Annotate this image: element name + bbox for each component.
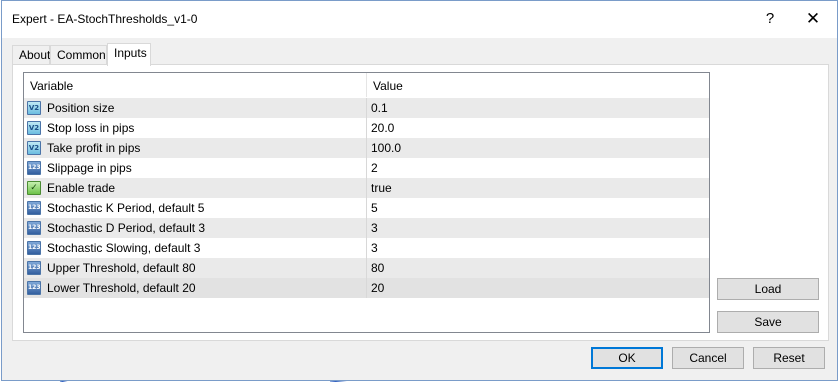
variable-name: Slippage in pips: [47, 161, 132, 175]
variable-name: Upper Threshold, default 80: [47, 261, 196, 275]
inputs-panel: Variable Value V2 Position size 0.1 V2 S…: [12, 64, 829, 341]
tab-about[interactable]: About: [12, 45, 50, 65]
integer-type-icon: 123: [27, 261, 41, 275]
help-button[interactable]: ?: [759, 9, 781, 29]
tab-common[interactable]: Common: [50, 45, 107, 65]
variable-cell: 123 Stochastic D Period, default 3: [24, 218, 367, 238]
ok-button[interactable]: OK: [591, 347, 663, 369]
table-row[interactable]: 123 Stochastic K Period, default 5 5: [24, 198, 709, 218]
close-button[interactable]: ✕: [802, 9, 824, 29]
variable-name: Stochastic K Period, default 5: [47, 201, 205, 215]
double-type-icon: V2: [27, 141, 41, 155]
value-cell[interactable]: 0.1: [367, 98, 709, 118]
variable-cell: V2 Take profit in pips: [24, 138, 367, 158]
table-row[interactable]: ✓ Enable trade true: [24, 178, 709, 198]
table-row[interactable]: 123 Stochastic Slowing, default 3 3: [24, 238, 709, 258]
column-header-variable[interactable]: Variable: [24, 73, 367, 97]
integer-type-icon: 123: [27, 161, 41, 175]
variable-cell: 123 Stochastic Slowing, default 3: [24, 238, 367, 258]
cancel-button[interactable]: Cancel: [672, 347, 744, 369]
reset-button[interactable]: Reset: [753, 347, 825, 369]
variable-name: Lower Threshold, default 20: [47, 281, 196, 295]
grid-header: Variable Value: [24, 73, 709, 97]
table-row[interactable]: 123 Lower Threshold, default 20 20: [24, 278, 709, 298]
variable-name: Stochastic D Period, default 3: [47, 221, 206, 235]
variable-name: Enable trade: [47, 181, 116, 195]
bool-type-icon: ✓: [27, 181, 41, 195]
value-cell[interactable]: 3: [367, 218, 709, 238]
value-cell[interactable]: 5: [367, 198, 709, 218]
variable-name: Position size: [47, 101, 115, 115]
title-bar[interactable]: Expert - EA-StochThresholds_v1-0 ? ✕: [2, 1, 837, 38]
inputs-grid: Variable Value V2 Position size 0.1 V2 S…: [23, 72, 710, 333]
integer-type-icon: 123: [27, 241, 41, 255]
window-title: Expert - EA-StochThresholds_v1-0: [12, 12, 198, 26]
variable-cell: V2 Stop loss in pips: [24, 118, 367, 138]
variable-cell: 123 Slippage in pips: [24, 158, 367, 178]
table-row[interactable]: V2 Stop loss in pips 20.0: [24, 118, 709, 138]
variable-name: Stochastic Slowing, default 3: [47, 241, 201, 255]
expert-properties-dialog: Expert - EA-StochThresholds_v1-0 ? ✕ Abo…: [1, 0, 838, 381]
value-cell[interactable]: 20.0: [367, 118, 709, 138]
double-type-icon: V2: [27, 101, 41, 115]
variable-cell: 123 Upper Threshold, default 80: [24, 258, 367, 278]
table-row[interactable]: 123 Upper Threshold, default 80 80: [24, 258, 709, 278]
integer-type-icon: 123: [27, 281, 41, 295]
column-header-value[interactable]: Value: [367, 73, 709, 97]
variable-cell: 123 Stochastic K Period, default 5: [24, 198, 367, 218]
value-cell[interactable]: 100.0: [367, 138, 709, 158]
variable-cell: V2 Position size: [24, 98, 367, 118]
table-row[interactable]: 123 Stochastic D Period, default 3 3: [24, 218, 709, 238]
double-type-icon: V2: [27, 121, 41, 135]
table-row[interactable]: V2 Take profit in pips 100.0: [24, 138, 709, 158]
value-cell[interactable]: 80: [367, 258, 709, 278]
integer-type-icon: 123: [27, 201, 41, 215]
variable-cell: 123 Lower Threshold, default 20: [24, 278, 367, 298]
tab-inputs[interactable]: Inputs: [107, 43, 151, 66]
save-button[interactable]: Save: [717, 311, 819, 333]
variable-name: Take profit in pips: [47, 141, 141, 155]
value-cell[interactable]: 20: [367, 278, 709, 298]
table-row[interactable]: V2 Position size 0.1: [24, 98, 709, 118]
table-row[interactable]: 123 Slippage in pips 2: [24, 158, 709, 178]
load-button[interactable]: Load: [717, 278, 819, 300]
value-cell[interactable]: true: [367, 178, 709, 198]
variable-cell: ✓ Enable trade: [24, 178, 367, 198]
value-cell[interactable]: 2: [367, 158, 709, 178]
variable-name: Stop loss in pips: [47, 121, 135, 135]
integer-type-icon: 123: [27, 221, 41, 235]
value-cell[interactable]: 3: [367, 238, 709, 258]
